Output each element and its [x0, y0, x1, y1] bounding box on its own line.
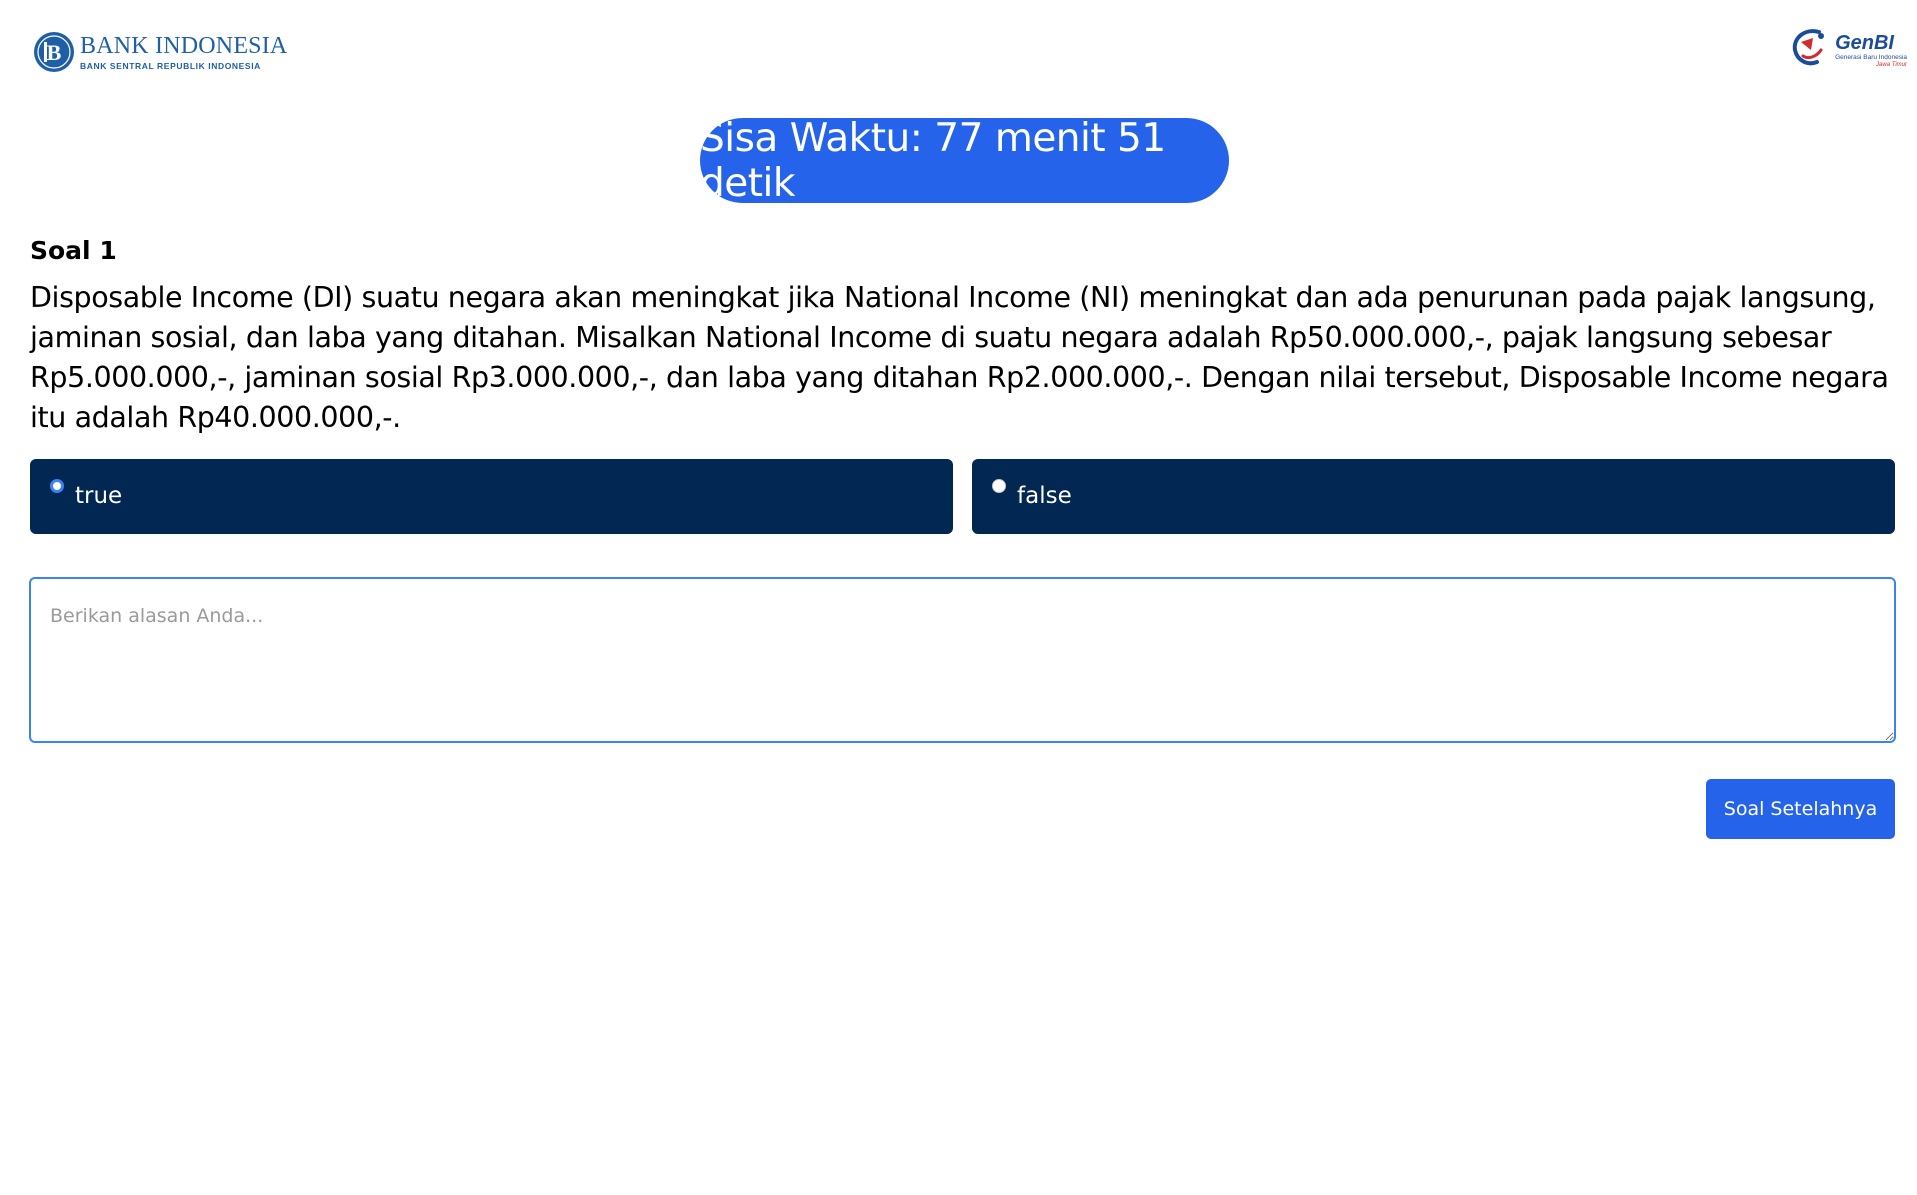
- bank-indonesia-logo: B BANK INDONESIA BANK SENTRAL REPUBLIK I…: [34, 32, 287, 72]
- question-text: Disposable Income (DI) suatu negara akan…: [30, 281, 1889, 434]
- bank-indonesia-name: BANK INDONESIA: [80, 32, 288, 59]
- genbi-subtitle: Generasi Baru Indonesia: [1835, 53, 1907, 61]
- radio-button-false[interactable]: [992, 479, 1006, 493]
- genbi-region: Jawa Timur: [1876, 62, 1907, 69]
- countdown-timer: Sisa Waktu: 77 menit 51 detik: [700, 116, 1229, 206]
- question-number: Soal 1: [30, 236, 117, 265]
- option-true[interactable]: true: [30, 459, 953, 534]
- quiz-page: B BANK INDONESIA BANK SENTRAL REPUBLIK I…: [0, 0, 1917, 1195]
- bank-indonesia-emblem-icon: B: [34, 32, 74, 72]
- bank-indonesia-subtitle: BANK SENTRAL REPUBLIK INDONESIA: [80, 60, 261, 71]
- header: B BANK INDONESIA BANK SENTRAL REPUBLIK I…: [0, 0, 1917, 100]
- radio-button-true[interactable]: [50, 479, 64, 493]
- svg-text:B: B: [47, 40, 62, 65]
- reason-textarea[interactable]: [29, 577, 1896, 743]
- option-false[interactable]: false: [972, 459, 1895, 534]
- option-label-true: true: [75, 483, 123, 509]
- genbi-logo: GenBI Generasi Baru Indonesia Jawa Timur: [1789, 26, 1907, 75]
- genbi-emblem-icon: [1789, 26, 1831, 75]
- option-label-false: false: [1017, 483, 1072, 509]
- genbi-name: GenBI: [1835, 31, 1894, 54]
- next-question-button[interactable]: Soal Setelahnya: [1706, 779, 1895, 839]
